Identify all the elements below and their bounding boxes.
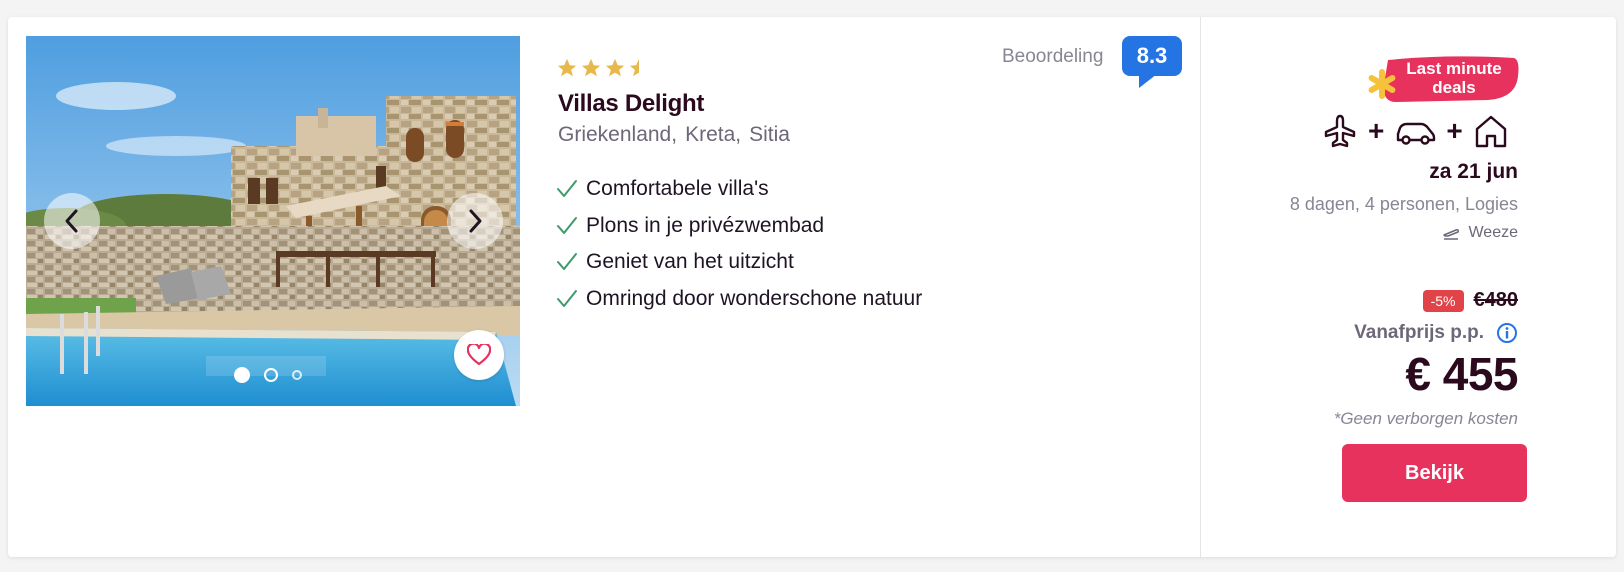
feature-item: Geniet van het uitzicht bbox=[556, 244, 922, 281]
plane-departure-icon bbox=[1443, 229, 1460, 240]
plane-icon bbox=[1324, 114, 1356, 148]
check-icon bbox=[556, 179, 578, 199]
carousel-dot-1[interactable] bbox=[234, 367, 250, 383]
check-icon bbox=[556, 216, 578, 236]
location-country: Griekenland, bbox=[558, 123, 678, 146]
feature-item: Comfortabele villa's bbox=[556, 171, 922, 208]
discount-badge: -5% bbox=[1422, 289, 1464, 312]
no-hidden-costs-note: *Geen verborgen kosten bbox=[1333, 409, 1518, 428]
hotel-photo bbox=[26, 36, 520, 406]
old-price: €480 bbox=[1473, 289, 1519, 311]
star-icon bbox=[605, 58, 625, 77]
favorite-button[interactable] bbox=[454, 330, 504, 380]
price: € 455 bbox=[1405, 348, 1518, 400]
carousel-dots bbox=[234, 367, 302, 383]
departure-date: za 21 jun bbox=[1429, 160, 1518, 183]
car-icon bbox=[1397, 122, 1436, 145]
plus-sign: + bbox=[1446, 115, 1463, 146]
location-city: Sitia bbox=[749, 123, 790, 146]
feature-text: Plons in je privézwembad bbox=[586, 213, 825, 237]
deal-badge-text: Last minute deals bbox=[1406, 59, 1502, 97]
info-icon[interactable] bbox=[1496, 322, 1518, 344]
star-icon bbox=[581, 58, 601, 77]
transport-icons: + + bbox=[1322, 113, 1509, 149]
carousel-next-button[interactable] bbox=[447, 193, 503, 249]
feature-item: Plons in je privézwembad bbox=[556, 208, 922, 245]
carousel-dot-2[interactable] bbox=[264, 368, 278, 382]
panel-divider bbox=[1200, 17, 1201, 557]
hotel-card[interactable]: Villas Delight Griekenland, Kreta, Sitia… bbox=[8, 17, 1616, 557]
hotel-name[interactable]: Villas Delight bbox=[558, 90, 704, 118]
heart-icon bbox=[467, 344, 491, 366]
check-icon bbox=[556, 252, 578, 272]
house-icon bbox=[1475, 115, 1506, 148]
feature-text: Omringd door wonderschone natuur bbox=[586, 286, 923, 310]
view-offer-button[interactable]: Bekijk bbox=[1342, 444, 1527, 502]
rating-badge-tail bbox=[1139, 74, 1157, 88]
discount-row: -5% €480 bbox=[1422, 289, 1519, 312]
airport-name: Weeze bbox=[1468, 224, 1518, 241]
feature-text: Comfortabele villa's bbox=[586, 177, 769, 201]
from-price-row: Vanafprijs p.p. bbox=[1354, 322, 1518, 344]
star-icon bbox=[557, 58, 577, 77]
hotel-location: Griekenland, Kreta, Sitia bbox=[558, 123, 790, 147]
trip-info: 8 dagen, 4 personen, Logies bbox=[1289, 194, 1518, 214]
chevron-right-icon bbox=[469, 209, 482, 233]
departure-airport: Weeze bbox=[1442, 224, 1518, 242]
feature-item: Omringd door wonderschone natuur bbox=[556, 281, 922, 318]
rating-badge[interactable]: 8.3 bbox=[1122, 36, 1182, 76]
carousel-prev-button[interactable] bbox=[44, 193, 100, 249]
half-star-icon bbox=[629, 58, 639, 77]
from-price-label: Vanafprijs p.p. bbox=[1354, 322, 1484, 343]
rating-label: Beoordeling bbox=[1002, 46, 1104, 67]
carousel-dot-3[interactable] bbox=[292, 370, 302, 380]
hotel-image-carousel[interactable] bbox=[26, 36, 520, 406]
check-icon bbox=[556, 289, 578, 309]
star-rating bbox=[556, 57, 650, 79]
plus-sign: + bbox=[1368, 115, 1385, 146]
feature-text: Geniet van het uitzicht bbox=[586, 250, 794, 274]
feature-list: Comfortabele villa's Plons in je privézw… bbox=[556, 171, 922, 317]
chevron-left-icon bbox=[65, 209, 78, 233]
location-region: Kreta, bbox=[685, 123, 742, 146]
